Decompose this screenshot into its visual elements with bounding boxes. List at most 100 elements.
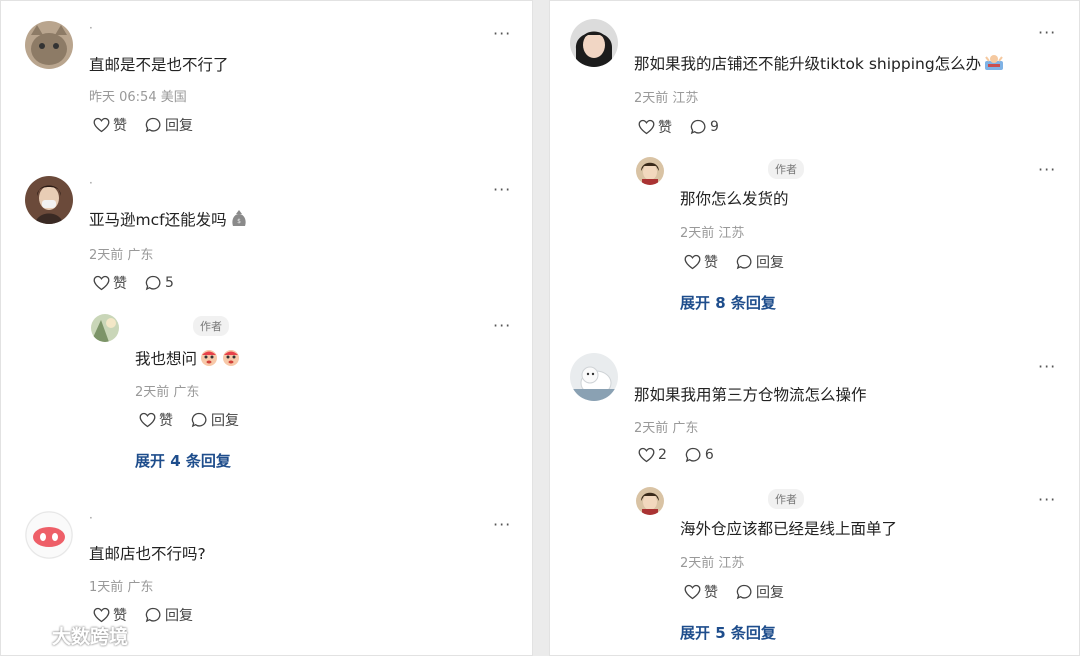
reply-button[interactable]: 回复 [145,605,193,625]
comment-panel-right: ··· 那如果我的店铺还不能升级tiktok shipping怎么办 2天前 江… [549,0,1080,656]
avatar[interactable] [636,157,664,185]
comment-bubble-icon [145,117,161,133]
avatar[interactable] [25,21,73,69]
comment-actions: 赞 5 [93,273,174,293]
like-button[interactable]: 赞 [684,252,718,272]
reply-label: 回复 [756,585,784,601]
more-icon[interactable]: ··· [493,517,511,533]
reply-meta: 2天前 广东 [135,381,199,400]
more-icon[interactable]: ··· [1038,359,1056,375]
comment-time: 昨天 06:54 [89,90,157,105]
comment-bubble-icon [736,254,752,270]
comment-time: 2天前 [135,385,170,400]
reply-button[interactable]: 回复 [736,582,784,602]
more-icon[interactable]: ··· [493,26,511,42]
comment-bubble-icon [736,584,752,600]
comment-location: 江苏 [718,226,745,241]
reply-button[interactable]: 9 [690,119,719,135]
comment-location: 江苏 [718,556,745,571]
reply-actions: 赞 回复 [684,582,784,602]
emoji-icon: $ [229,208,249,232]
reply-button[interactable]: 回复 [145,115,193,135]
reply-text: 那你怎么发货的 [680,190,789,208]
author-tag: 作者 [768,159,804,179]
reply-label: 回复 [165,118,193,134]
comment-bubble-icon [690,119,706,135]
comment-text: 亚马逊mcf还能发吗 $ [89,208,249,232]
avatar[interactable] [636,487,664,515]
reply-meta: 2天前 江苏 [680,222,744,241]
reply-count: 9 [710,119,719,135]
like-button[interactable]: 赞 [93,115,127,135]
comment-text: 直邮是不是也不行了 [89,56,229,74]
like-button[interactable]: 赞 [93,273,127,293]
heart-icon [684,254,701,270]
reply-button[interactable]: 回复 [191,410,239,430]
like-label: 赞 [704,255,718,271]
comment-bubble-icon [685,447,701,463]
avatar[interactable] [91,314,119,342]
username[interactable]: · [89,176,93,190]
reply-button[interactable]: 5 [145,275,174,291]
watermark-text: 大数跨境 [52,626,129,648]
comment-meta: 2天前 广东 [634,417,698,436]
comment-location: 江苏 [672,91,699,106]
like-count: 2 [658,447,667,463]
reply-actions: 赞 回复 [139,410,239,430]
comment-location: 广东 [127,580,154,595]
comment-meta: 2天前 广东 [89,244,153,263]
more-icon[interactable]: ··· [493,318,511,334]
like-button[interactable]: 赞 [684,582,718,602]
comment-time: 2天前 [680,556,715,571]
comment-location: 广东 [173,385,200,400]
comment-meta: 昨天 06:54 美国 [89,86,187,105]
comment-bubble-icon [145,607,161,623]
comment-actions: 赞 回复 [93,115,193,135]
comment-time: 2天前 [634,91,669,106]
comment-text: 那如果我的店铺还不能升级tiktok shipping怎么办 [634,52,1005,76]
like-button[interactable]: 2 [638,447,667,463]
comment-text: 那如果我用第三方仓物流怎么操作 [634,386,867,404]
more-icon[interactable]: ··· [1038,492,1056,508]
emoji-icon [983,52,1005,76]
reply-count: 6 [704,447,714,463]
reply-text: 我也想问 [135,347,241,371]
reply-label: 回复 [165,608,193,624]
avatar[interactable] [570,19,618,67]
comment-text: 直邮店也不行吗? [89,545,206,563]
avatar[interactable] [25,176,73,224]
avatar[interactable] [570,353,618,401]
more-icon[interactable]: ··· [1038,162,1056,178]
comment-meta: 2天前 江苏 [634,87,698,106]
watermark-logo-icon [9,626,47,643]
expand-replies-button[interactable]: 展开 8 条回复 [680,292,776,313]
like-button[interactable]: 赞 [638,117,672,137]
username[interactable]: · [89,21,93,35]
emoji-icon [199,347,219,371]
expand-replies-button[interactable]: 展开 5 条回复 [680,622,776,643]
reply-button[interactable]: 回复 [736,252,784,272]
username[interactable]: · [89,511,93,525]
like-label: 赞 [704,585,718,601]
comment-time: 1天前 [89,580,124,595]
reply-button[interactable]: 6 [685,447,714,463]
emoji-icon [221,347,241,371]
comment-actions: 2 6 [638,447,714,463]
heart-icon [93,117,110,133]
like-button[interactable]: 赞 [139,410,173,430]
heart-icon [93,275,110,291]
comment-panel-left: · ··· 直邮是不是也不行了 昨天 06:54 美国 赞 回复 · ··· 亚… [0,0,533,656]
comment-time: 2天前 [680,226,715,241]
heart-icon [139,412,156,428]
expand-replies-button[interactable]: 展开 4 条回复 [135,450,231,471]
reply-label: 回复 [211,413,239,429]
svg-text:$: $ [237,218,241,225]
heart-icon [638,447,655,463]
reply-count: 5 [165,275,174,291]
comment-location: 广东 [127,248,154,263]
comment-location: 广东 [672,421,699,436]
like-label: 赞 [113,118,127,134]
more-icon[interactable]: ··· [1038,25,1056,41]
avatar[interactable] [25,511,73,559]
more-icon[interactable]: ··· [493,182,511,198]
